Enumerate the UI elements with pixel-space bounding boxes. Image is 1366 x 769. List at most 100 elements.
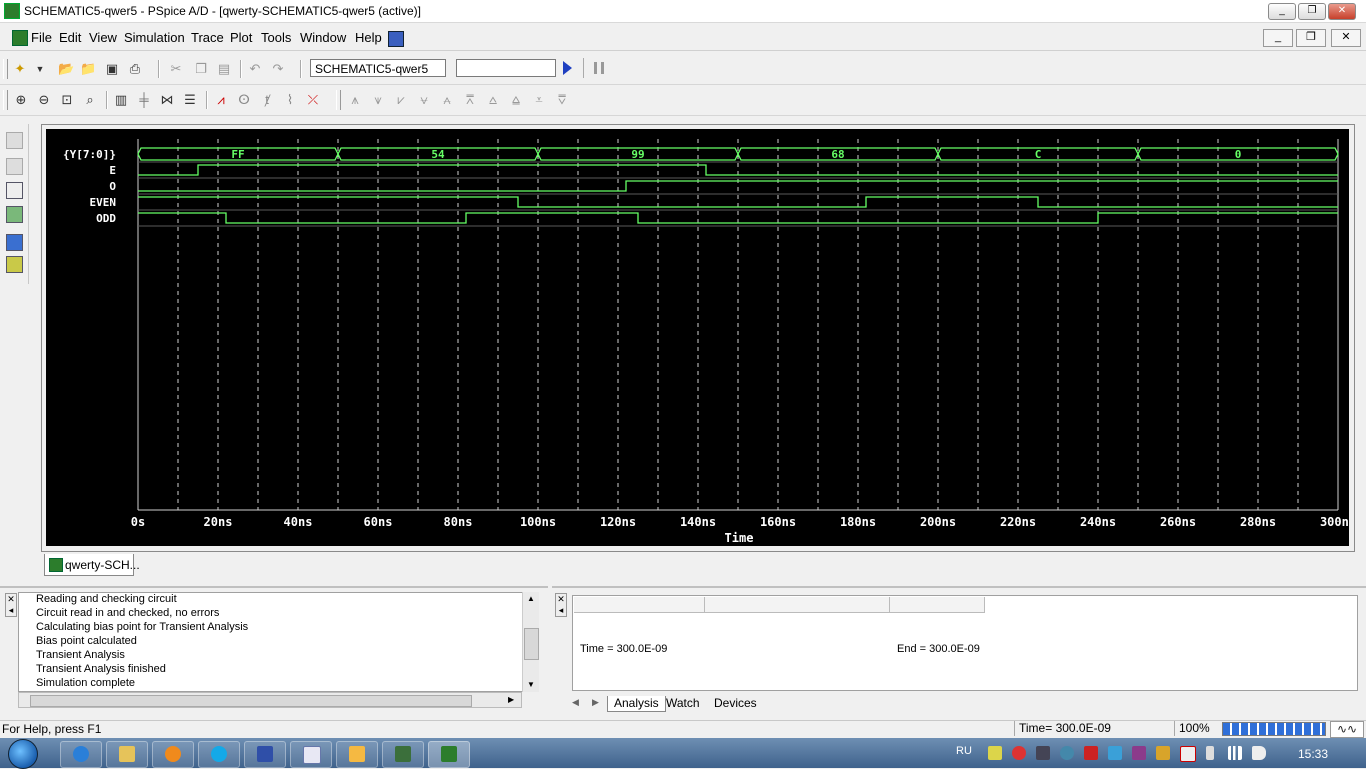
minimize-button[interactable]: _	[1268, 3, 1296, 20]
battery-icon[interactable]	[1206, 746, 1214, 760]
copy-icon[interactable]: ❐	[193, 61, 209, 77]
taskbar-explorer[interactable]	[106, 741, 148, 768]
zoom-fit-icon[interactable]: ⌕	[82, 92, 98, 108]
cursor-trough-icon[interactable]: ⩛	[370, 92, 386, 108]
tray-opera-icon[interactable]	[1012, 746, 1026, 760]
taskbar-word[interactable]	[290, 741, 332, 768]
tray-app-icon[interactable]	[988, 746, 1002, 760]
print-icon[interactable]: ⎙	[127, 61, 143, 77]
fourier-icon[interactable]: ╪	[136, 92, 152, 108]
tray-network-app-icon[interactable]	[1108, 746, 1122, 760]
performance-analysis-icon[interactable]: ⋈	[159, 92, 175, 108]
menu-tools[interactable]: Tools	[261, 30, 291, 45]
zoom-out-icon[interactable]: ⊖	[36, 92, 52, 108]
run-icon[interactable]	[563, 61, 572, 75]
eval-goal-function-icon[interactable]: ⵙ	[236, 92, 252, 108]
menu-plot[interactable]: Plot	[230, 30, 252, 45]
cursor-min-icon[interactable]: ⩝	[416, 92, 432, 108]
toolbar-grip[interactable]	[336, 90, 341, 110]
next-transition-icon[interactable]: ⩠	[508, 92, 524, 108]
cut-icon[interactable]: ✂	[168, 61, 184, 77]
toolbar-grip[interactable]	[3, 59, 8, 79]
tray-sync-icon[interactable]	[1060, 746, 1074, 760]
toolbar-grip[interactable]	[3, 90, 8, 110]
taskbar-editor[interactable]	[336, 741, 378, 768]
taskbar-save-app[interactable]	[244, 741, 286, 768]
output-window-close-icon[interactable]: ✕ ◂	[5, 593, 17, 617]
previous-transition-icon[interactable]: ⩡	[531, 92, 547, 108]
cursor-search-icon[interactable]: ⩟	[485, 92, 501, 108]
menu-edit[interactable]: Edit	[59, 30, 81, 45]
dropdown-arrow-icon[interactable]: ▼	[32, 61, 48, 77]
toggle-cursor-icon[interactable]: ⤫	[305, 92, 321, 108]
column-header[interactable]	[705, 597, 890, 613]
log-y-axis-icon[interactable]: ☰	[182, 92, 198, 108]
profile-field[interactable]	[456, 59, 556, 77]
scroll-down-icon[interactable]: ▼	[527, 680, 535, 689]
taskbar-pspice[interactable]	[428, 741, 470, 768]
view-simulation-icon[interactable]	[6, 206, 23, 223]
output-file-icon[interactable]	[6, 234, 23, 251]
simulation-settings-icon[interactable]	[6, 182, 23, 199]
menu-simulation[interactable]: Simulation	[124, 30, 185, 45]
pin-icon[interactable]	[6, 132, 23, 149]
add-text-label-icon[interactable]: ⱦ	[259, 92, 275, 108]
tab-scroll-right-icon[interactable]: ▶	[592, 697, 599, 708]
taskbar-skype[interactable]	[198, 741, 240, 768]
taskbar-media-player[interactable]	[152, 741, 194, 768]
open-icon[interactable]: 📂	[58, 61, 74, 77]
tab-devices[interactable]: Devices	[708, 696, 763, 711]
mdi-minimize-button[interactable]: _	[1263, 29, 1293, 47]
tray-security-icon[interactable]	[1132, 746, 1146, 760]
cursor-peak-icon[interactable]: ⩚	[347, 92, 363, 108]
app-icon[interactable]	[4, 3, 20, 19]
results-icon[interactable]	[6, 256, 23, 273]
tab-analysis[interactable]: Analysis	[607, 696, 666, 712]
menu-view[interactable]: View	[89, 30, 117, 45]
open-folder-icon[interactable]: 📁	[80, 61, 96, 77]
add-trace-icon[interactable]: ⩘	[213, 92, 229, 108]
scroll-right-icon[interactable]: ▶	[508, 695, 514, 704]
start-button[interactable]	[8, 739, 38, 769]
zoom-area-icon[interactable]: ⊡	[59, 92, 75, 108]
output-vertical-scrollbar[interactable]: ▲ ▼	[522, 592, 539, 692]
tab-scroll-left-icon[interactable]: ◀	[572, 697, 579, 708]
menu-help[interactable]: Help	[355, 30, 382, 45]
scroll-thumb[interactable]	[524, 628, 539, 660]
column-header[interactable]	[890, 597, 985, 613]
new-icon[interactable]: ✦	[12, 61, 28, 77]
simulation-profile-select[interactable]: SCHEMATIC5-qwer5	[310, 59, 446, 77]
cursor-max-icon[interactable]: ⩜	[439, 92, 455, 108]
language-indicator[interactable]: RU	[956, 745, 972, 757]
zoom-in-icon[interactable]: ⊕	[13, 92, 29, 108]
menu-trace[interactable]: Trace	[191, 30, 224, 45]
network-signal-icon[interactable]	[1228, 746, 1242, 760]
tray-action-center-icon[interactable]	[1180, 746, 1196, 762]
menu-file[interactable]: File	[31, 30, 52, 45]
properties-icon[interactable]	[6, 158, 23, 175]
tab-watch[interactable]: Watch	[660, 696, 706, 711]
menu-window[interactable]: Window	[300, 30, 346, 45]
waveform-plot[interactable]: FF 54 99 68 C 0 {Y[7:0]} EO EVEN ODD 0s 20ns 40ns 6…	[46, 129, 1349, 546]
close-button[interactable]: ✕	[1328, 3, 1356, 20]
taskbar-ie[interactable]	[60, 741, 102, 768]
document-icon[interactable]	[12, 30, 28, 46]
undo-icon[interactable]: ↶	[247, 61, 263, 77]
tray-monitor-icon[interactable]	[1036, 746, 1050, 760]
paste-icon[interactable]: ▤	[216, 61, 232, 77]
plot-window-tab[interactable]: qwerty-SCH...	[44, 554, 140, 576]
scroll-thumb[interactable]	[30, 695, 472, 707]
redo-icon[interactable]: ↷	[270, 61, 286, 77]
maximize-button[interactable]: ❐	[1298, 3, 1326, 20]
save-icon[interactable]: ▣	[104, 61, 120, 77]
log-x-axis-icon[interactable]: ▥	[113, 92, 129, 108]
tray-shield-icon[interactable]	[1156, 746, 1170, 760]
scroll-up-icon[interactable]: ▲	[527, 594, 535, 603]
mdi-restore-button[interactable]: ❐	[1296, 29, 1326, 47]
clock[interactable]: 15:33	[1298, 747, 1328, 761]
column-header[interactable]	[574, 597, 705, 613]
taskbar-capture[interactable]	[382, 741, 424, 768]
mark-data-points-icon[interactable]: ⌇	[282, 92, 298, 108]
mark-label-icon[interactable]: ⩢	[554, 92, 570, 108]
cursor-point-icon[interactable]: ⩞	[462, 92, 478, 108]
